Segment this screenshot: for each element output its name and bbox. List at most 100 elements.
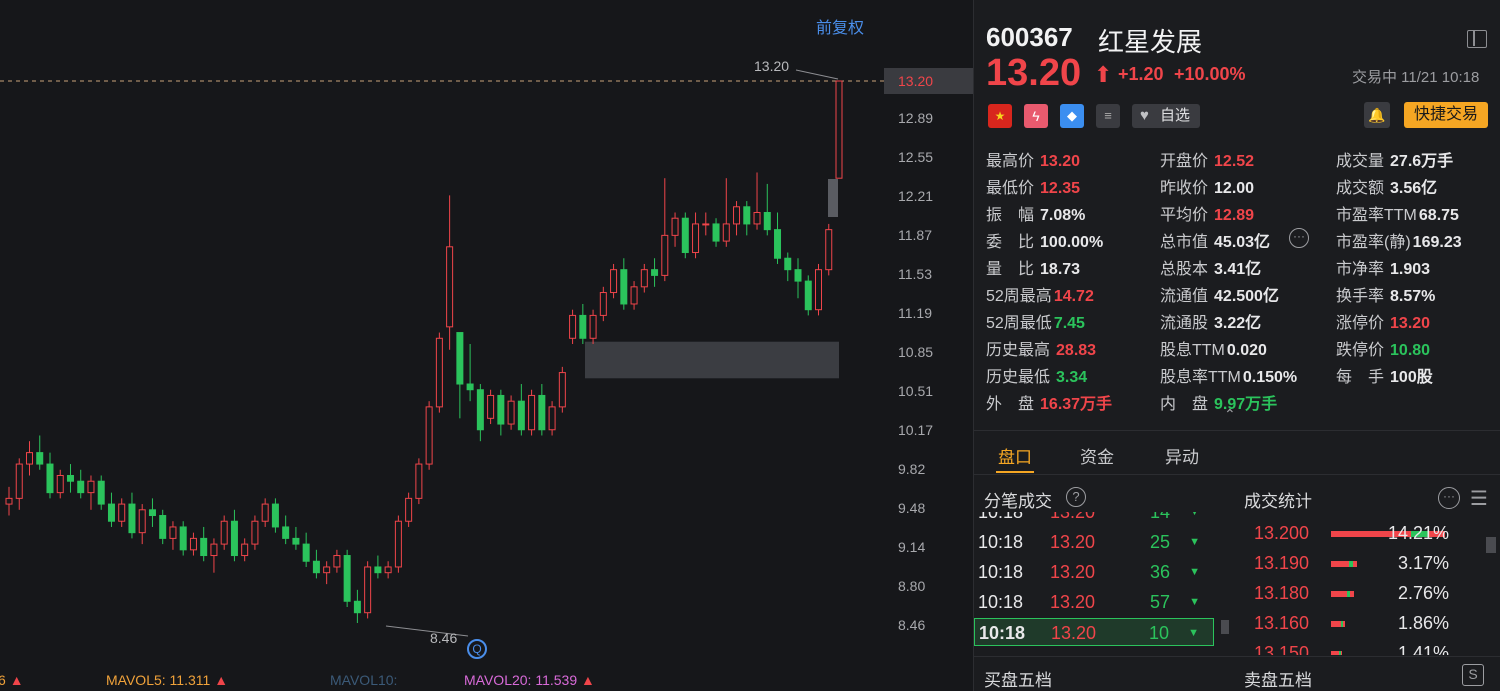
candle-body[interactable] — [15, 463, 23, 499]
s-badge-icon[interactable]: S — [1462, 664, 1484, 686]
candle-body[interactable] — [374, 566, 382, 574]
candle-body[interactable] — [825, 229, 833, 271]
candle-body[interactable] — [558, 372, 566, 408]
candle-body[interactable] — [446, 246, 454, 328]
candle-body[interactable] — [97, 480, 105, 505]
candle-body[interactable] — [415, 463, 423, 499]
tick-row[interactable]: 10:18 13.20 36 ▼ — [974, 558, 1214, 586]
candle-body[interactable] — [25, 452, 33, 465]
candle-body[interactable] — [138, 509, 146, 534]
price-adjust-toggle[interactable]: 前复权 — [816, 14, 864, 38]
candle-body[interactable] — [753, 211, 761, 225]
candle-body[interactable] — [220, 520, 228, 545]
candle-body[interactable] — [538, 394, 546, 431]
list-view-icon[interactable]: ☰ — [1470, 486, 1488, 511]
candle-body[interactable] — [323, 566, 331, 574]
tag-icon[interactable]: ◆ — [1060, 104, 1084, 128]
candle-body[interactable] — [743, 206, 751, 225]
candle-body[interactable] — [599, 292, 607, 316]
watchlist-button[interactable]: ♥ 自选 — [1132, 104, 1200, 128]
candle-body[interactable] — [466, 383, 474, 391]
candle-body[interactable] — [435, 337, 443, 408]
candle-body[interactable] — [159, 515, 167, 539]
note-icon[interactable]: ≡ — [1096, 104, 1120, 128]
stats-scrollbar[interactable] — [1486, 537, 1496, 553]
more-icon[interactable]: ··· — [1438, 487, 1460, 509]
candle-body[interactable] — [302, 543, 310, 562]
candle-body[interactable] — [364, 566, 372, 614]
candle-body[interactable] — [87, 480, 95, 494]
candle-body[interactable] — [230, 520, 238, 557]
candle-body[interactable] — [128, 503, 136, 534]
candle-body[interactable] — [241, 543, 249, 557]
collapse-chevron-icon[interactable]: ⌃ — [1224, 406, 1236, 423]
tick-scrollbar[interactable] — [1221, 620, 1229, 634]
candle-body[interactable] — [107, 503, 115, 522]
candlestick-plot[interactable] — [0, 0, 884, 691]
tick-row[interactable]: 10:18 13.20 14 ▼ — [974, 512, 1214, 526]
candle-body[interactable] — [169, 526, 177, 539]
candle-body[interactable] — [733, 206, 741, 225]
tab-funds[interactable]: 资金 — [1080, 443, 1114, 468]
candle-body[interactable] — [476, 389, 484, 431]
candle-body[interactable] — [589, 314, 597, 339]
candle-body[interactable] — [610, 269, 618, 294]
candle-body[interactable] — [774, 229, 782, 259]
candle-body[interactable] — [497, 394, 505, 425]
candle-body[interactable] — [794, 269, 802, 282]
candle-body[interactable] — [271, 503, 279, 528]
more-info-icon[interactable]: ··· — [1289, 228, 1309, 248]
tick-row[interactable]: 10:18 13.20 57 ▼ — [974, 588, 1214, 616]
candle-body[interactable] — [282, 526, 290, 539]
tab-movements[interactable]: 异动 — [1165, 443, 1199, 468]
search-zoom-icon[interactable]: Q — [467, 639, 487, 659]
candle-body[interactable] — [569, 314, 577, 339]
quick-trade-button[interactable]: 快捷交易 — [1404, 102, 1488, 128]
help-icon[interactable]: ? — [1066, 487, 1086, 507]
candle-body[interactable] — [804, 280, 812, 311]
candle-body[interactable] — [333, 555, 341, 568]
candle-body[interactable] — [394, 520, 402, 568]
candle-body[interactable] — [671, 217, 679, 236]
candle-body[interactable] — [36, 452, 44, 465]
tick-row[interactable]: 10:18 13.20 10 ▼ — [974, 618, 1214, 646]
candle-body[interactable] — [384, 566, 392, 574]
candle-body[interactable] — [722, 223, 730, 242]
candle-body[interactable] — [343, 555, 351, 602]
candle-body[interactable] — [251, 520, 259, 545]
candle-body[interactable] — [66, 474, 74, 482]
candle-body[interactable] — [517, 400, 525, 431]
candle-body[interactable] — [200, 537, 208, 557]
tick-row[interactable]: 10:18 13.20 25 ▼ — [974, 528, 1214, 556]
candle-body[interactable] — [56, 474, 64, 494]
candle-body[interactable] — [681, 217, 689, 254]
candle-body[interactable] — [179, 526, 187, 551]
candle-body[interactable] — [784, 257, 792, 271]
candle-body[interactable] — [835, 80, 843, 179]
candle-body[interactable] — [702, 223, 710, 226]
layout-toggle-icon[interactable] — [1467, 30, 1487, 48]
bell-icon[interactable]: 🔔 — [1364, 102, 1390, 128]
candle-body[interactable] — [261, 503, 269, 522]
candle-body[interactable] — [712, 223, 720, 242]
candle-body[interactable] — [661, 234, 669, 276]
candle-body[interactable] — [189, 537, 197, 551]
tick-list[interactable]: 10:18 13.20 14 ▼ 10:18 13.20 25 ▼ 10:18 13.20 36 ▼ 1… — [974, 512, 1219, 656]
candle-body[interactable] — [456, 332, 464, 385]
candle-body[interactable] — [46, 463, 54, 494]
candle-body[interactable] — [487, 394, 495, 419]
candle-body[interactable] — [528, 394, 536, 431]
candle-body[interactable] — [579, 314, 587, 339]
candle-body[interactable] — [77, 480, 85, 494]
candle-body[interactable] — [507, 400, 515, 425]
kline-chart[interactable]: 前复权 ↺ − + 13.20 8.46 Q 6 ▲ MAVOL5: 11.31… — [0, 0, 964, 691]
candle-body[interactable] — [353, 600, 361, 614]
candle-body[interactable] — [548, 406, 556, 431]
tab-handicap[interactable]: 盘口 — [998, 443, 1032, 468]
candle-body[interactable] — [651, 269, 659, 276]
candle-body[interactable] — [640, 269, 648, 288]
candle-body[interactable] — [148, 509, 156, 517]
candle-body[interactable] — [292, 537, 300, 545]
candle-body[interactable] — [312, 560, 320, 574]
candle-body[interactable] — [405, 497, 413, 522]
